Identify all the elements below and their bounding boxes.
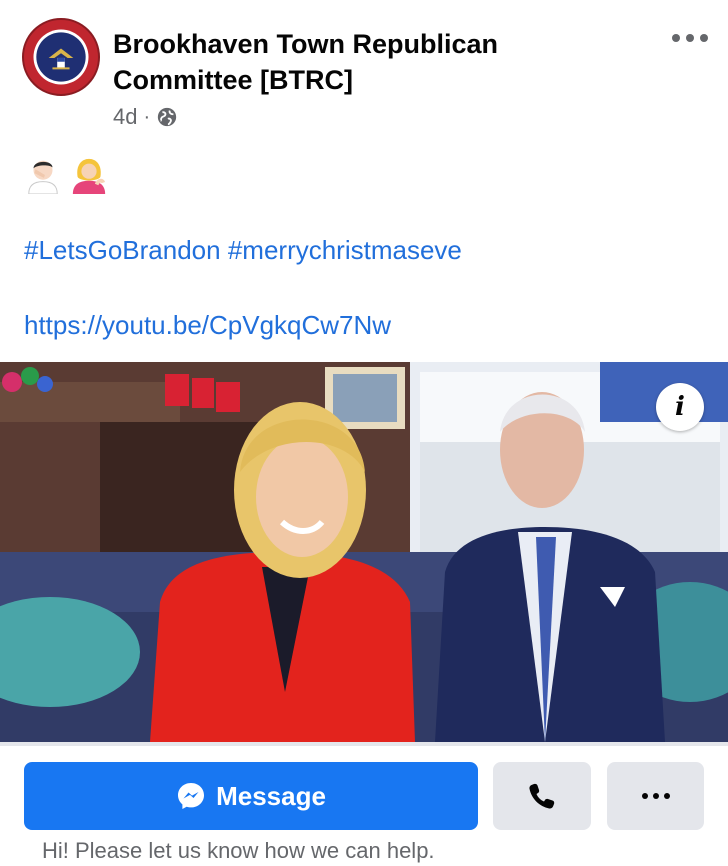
cta-row: Message [24,762,704,830]
committee-seal-logo [25,21,97,93]
page-avatar[interactable] [22,18,100,96]
post-more-button[interactable] [672,26,708,50]
video-preview[interactable]: i [0,362,728,742]
post-timestamp[interactable]: 4d [113,104,137,130]
more-horizontal-icon [641,793,648,799]
page-name[interactable]: Brookhaven Town Republican Committee [BT… [113,26,593,98]
cta-helper-text: Hi! Please let us know how we can help. [42,838,435,863]
post-meta: 4d · [113,104,178,130]
emoji-row [24,156,108,196]
hashtag-link[interactable]: #LetsGoBrandon [24,235,221,265]
messenger-icon [178,783,205,809]
meta-separator: · [143,105,151,128]
hashtag-link[interactable]: #merrychristmaseve [228,235,462,265]
message-button[interactable]: Message [24,762,478,830]
more-horizontal-icon [672,34,680,42]
message-button-label: Message [216,780,326,811]
woman-tipping-hand-emoji [72,158,106,194]
cta-more-button[interactable] [607,762,704,830]
post-header: Brookhaven Town Republican Committee [BT… [0,0,728,150]
man-facepalming-emoji [28,160,58,194]
phone-icon [529,783,555,809]
globe-icon[interactable] [156,106,178,128]
video-thumbnail [0,362,728,742]
youtube-link[interactable]: https://youtu.be/CpVgkqCw7Nw [24,310,391,341]
section-divider [0,742,728,746]
hashtag-line: #LetsGoBrandon #merrychristmaseve [24,235,462,266]
call-button[interactable] [493,762,591,830]
info-button[interactable]: i [656,383,704,431]
